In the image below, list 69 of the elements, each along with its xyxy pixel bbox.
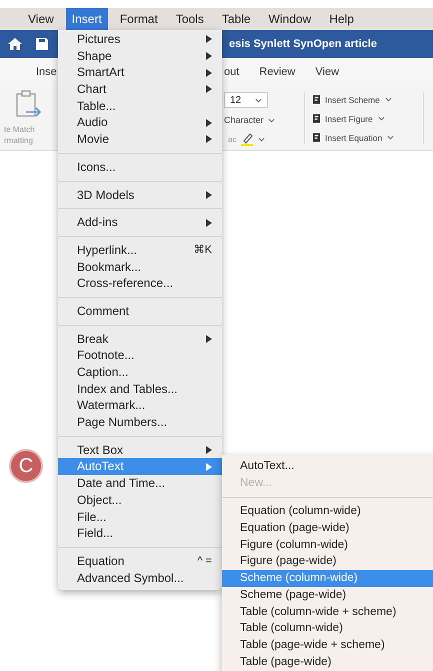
small-document-icon [313,95,320,104]
menu-item[interactable]: Date and Time... [58,475,222,492]
menu-item[interactable]: Cross-reference... [58,275,222,292]
insert-button[interactable]: Insert Figure [325,114,373,124]
menu-item[interactable]: Figure (column-wide) [222,536,433,554]
menu-item[interactable]: Table (column-wide) [222,620,433,637]
menu-item[interactable]: Table (column-wide + scheme) [222,604,433,620]
menu-item[interactable]: Text Box [58,442,222,458]
caret-icon [258,136,266,142]
menu-item[interactable]: Field... [58,525,222,542]
ribbon-tab[interactable]: Review [259,66,296,78]
menu-item[interactable]: Pictures [58,31,222,48]
menu-item[interactable]: Icons... [58,158,222,176]
menu-item[interactable]: Scheme (page-wide) [222,586,433,604]
highlighter-icon[interactable] [240,132,254,146]
menu-item[interactable]: Caption... [58,364,222,381]
menu-item[interactable]: Equation ^ = [58,552,222,570]
menu-item[interactable]: Object... [58,492,222,508]
menu-item[interactable]: Comment [58,302,222,320]
menu-item[interactable]: Shape [58,48,222,64]
small-document-icon [313,114,320,123]
caret-icon [384,97,392,102]
menu-item[interactable]: Break [58,330,222,348]
menu-item[interactable]: Footnote... [58,347,222,364]
ribbon-text: ac [227,134,236,144]
menu-item[interactable]: Hyperlink... ⌘K [58,242,222,259]
menu-bar-item[interactable]: Table [216,8,257,30]
menu-bar-item[interactable]: View [22,8,60,30]
menu-bar-item[interactable]: Insert [66,8,108,30]
menu-item[interactable]: Advanced Symbol... [58,570,222,586]
menu-item[interactable]: Bookmark... [58,258,222,276]
caret-icon [387,135,394,140]
menu-item[interactable]: Chart [58,81,222,98]
caret-icon [378,116,385,121]
menu-bar-item[interactable]: Help [323,8,360,30]
menu-item[interactable]: AutoText... [222,458,433,475]
menu-item[interactable]: Page Numbers... [58,414,222,431]
caret-icon [255,98,262,102]
menu-item[interactable]: 3D Models [58,186,222,204]
document-title: esis Synlett SynOpen article [229,38,377,50]
menu-item[interactable]: File... [58,508,222,526]
menu-item[interactable]: SmartArt [58,64,222,82]
menu-item[interactable]: Index and Tables... [58,380,222,398]
home-icon[interactable] [8,38,22,50]
menu-item[interactable]: Table... [58,98,222,114]
menu-item[interactable]: Table (page-wide + scheme) [222,636,433,654]
menu-item[interactable]: Add-ins [58,214,222,231]
paste-format-label: te Match [3,124,35,135]
font-size-field[interactable]: 12 [224,92,268,108]
menu-bar-item[interactable]: Window [262,8,318,30]
menu-item[interactable]: Movie [58,131,222,148]
ribbon-tab[interactable]: Inse [36,66,57,78]
menu-item[interactable]: Table (page-wide) [222,654,433,670]
small-document-icon [313,133,320,142]
ribbon-tab[interactable]: out [224,66,240,78]
character-button[interactable]: Character [224,115,264,125]
menu-item[interactable]: Equation (column-wide) [222,503,433,520]
ribbon-tab[interactable]: View [315,66,340,78]
paste-format-label: rmatting [3,135,33,146]
save-icon[interactable] [36,38,48,50]
menu-bar-item[interactable]: Tools [170,8,210,30]
menu-item[interactable]: Watermark... [58,397,222,414]
insert-button[interactable]: Insert Equation [325,132,382,142]
caret-icon [268,118,275,122]
menu-item[interactable]: Figure (page-wide) [222,553,433,570]
menu-item[interactable]: Equation (page-wide) [222,520,433,537]
menu-item[interactable]: Audio [58,114,222,132]
menu-bar-item[interactable]: Format [114,8,164,30]
insert-button[interactable]: Insert Scheme [325,94,380,104]
